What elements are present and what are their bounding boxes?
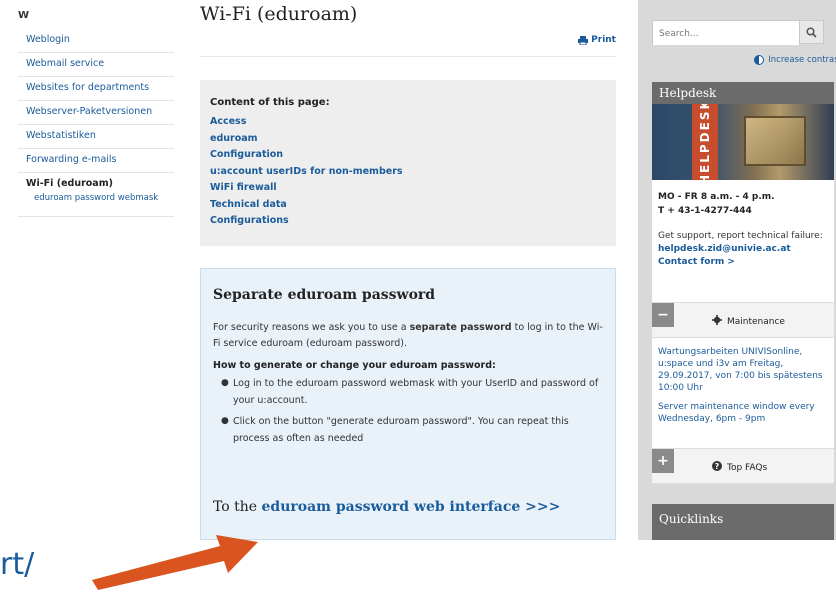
contact-form-link[interactable]: Contact form >	[652, 256, 834, 269]
helpdesk-sign	[744, 116, 806, 166]
paragraph-text-start: For security reasons we ask you to use a	[213, 322, 410, 333]
bullet-icon: ●	[221, 378, 229, 388]
search-icon	[806, 23, 817, 42]
nav-section-letter: W	[18, 10, 30, 21]
cta-prefix: To the	[213, 499, 262, 515]
toc-link-configuration[interactable]: Configuration	[210, 147, 606, 164]
collapse-button[interactable]: −	[652, 303, 674, 327]
svg-text:?: ?	[715, 462, 720, 471]
page-title: Wi-Fi (eduroam)	[200, 3, 358, 25]
annotation-arrow-icon	[92, 535, 258, 590]
faq-label: Top FAQs	[727, 462, 768, 473]
expand-button[interactable]: +	[652, 449, 674, 473]
faq-header: ? Top FAQs	[712, 461, 767, 474]
eduroam-web-interface-link[interactable]: eduroam password web interface >>>	[262, 499, 561, 515]
nav-item-forwarding-emails[interactable]: Forwarding e-mails	[18, 149, 174, 173]
gear-icon	[712, 315, 722, 328]
printer-icon	[578, 35, 589, 45]
maintenance-content: Wartungsarbeiten UNIVISonline, u:space u…	[652, 338, 834, 448]
increase-contrast-link[interactable]: Increase contrast	[652, 55, 836, 65]
maintenance-label: Maintenance	[727, 316, 785, 327]
toc-link-access[interactable]: Access	[210, 114, 606, 131]
print-label: Print	[591, 35, 616, 45]
nav-item-weblogin[interactable]: Weblogin	[18, 29, 174, 53]
toc-heading: Content of this page:	[210, 97, 330, 108]
nav-item-wifi-eduroam-active[interactable]: Wi-Fi (eduroam)	[18, 173, 174, 191]
helpdesk-hours: MO - FR 8 a.m. - 4 p.m. T + 43-1-4277-44…	[652, 180, 834, 218]
toc-link-uaccount-userids[interactable]: u:account userIDs for non-members	[210, 164, 606, 181]
left-navigation: W Weblogin Webmail service Websites for …	[18, 10, 174, 217]
opening-hours: MO - FR 8 a.m. - 4 p.m.	[658, 192, 775, 202]
toc-link-eduroam[interactable]: eduroam	[210, 131, 606, 148]
nav-item-webstatistiken[interactable]: Webstatistiken	[18, 125, 174, 149]
list-item: ● Click on the button "generate eduroam p…	[221, 413, 603, 447]
infobox-paragraph: For security reasons we ask you to use a…	[213, 320, 603, 352]
nav-item-webserver-paketversionen[interactable]: Webserver-Paketversionen	[18, 101, 174, 125]
search-box	[652, 20, 824, 45]
nav-item-websites-for-departments[interactable]: Websites for departments	[18, 77, 174, 101]
contrast-label: Increase contrast	[768, 55, 836, 65]
toc-link-wifi-firewall[interactable]: WiFi firewall	[210, 180, 606, 197]
bullet-icon: ●	[221, 416, 229, 426]
helpdesk-title: Helpdesk	[652, 82, 834, 104]
search-input[interactable]	[653, 23, 799, 45]
table-of-contents: Content of this page: Access eduroam Con…	[200, 80, 616, 246]
toc-link-technical-data[interactable]: Technical data	[210, 197, 606, 214]
maintenance-notice[interactable]: Wartungsarbeiten UNIVISonline, u:space u…	[658, 346, 828, 394]
search-button[interactable]	[799, 21, 823, 43]
instruction-list: ● Log in to the eduroam password webmask …	[213, 375, 603, 447]
helpdesk-email-link[interactable]: helpdesk.zid@univie.ac.at	[652, 243, 834, 256]
quicklinks-title: Quicklinks	[652, 504, 834, 540]
helpdesk-banner: HELPDESK	[692, 104, 718, 180]
maintenance-accordion[interactable]: − Maintenance	[652, 302, 834, 338]
list-item-text: Click on the button "generate eduroam pa…	[233, 416, 569, 444]
web-interface-cta: To the eduroam password web interface >>…	[213, 499, 560, 515]
list-item-text: Log in to the eduroam password webmask w…	[233, 378, 599, 406]
contrast-icon	[754, 55, 765, 65]
toc-link-configurations[interactable]: Configurations	[210, 213, 606, 230]
right-sidebar: Increase contrast Helpdesk HELPDESK MO -…	[638, 0, 836, 540]
list-item: ● Log in to the eduroam password webmask …	[221, 375, 603, 409]
nav-subitem-eduroam-password-webmask[interactable]: eduroam password webmask	[18, 191, 174, 217]
nav-item-webmail-service[interactable]: Webmail service	[18, 53, 174, 77]
paragraph-text-bold: separate password	[409, 322, 512, 333]
print-button[interactable]: Print	[578, 35, 616, 45]
question-icon: ?	[712, 461, 722, 474]
maintenance-window-notice[interactable]: Server maintenance window every Wednesda…	[658, 401, 828, 425]
title-divider	[200, 56, 616, 57]
partial-url-text: rt/	[0, 547, 35, 582]
maintenance-header: Maintenance	[712, 315, 785, 328]
eduroam-password-infobox: Separate eduroam password For security r…	[200, 268, 616, 540]
infobox-subheading: How to generate or change your eduroam p…	[213, 360, 496, 371]
helpdesk-phone: T + 43-1-4277-444	[658, 206, 752, 216]
infobox-heading: Separate eduroam password	[213, 287, 436, 303]
helpdesk-photo: HELPDESK	[652, 104, 834, 180]
faq-accordion[interactable]: + ? Top FAQs	[652, 448, 834, 484]
support-text: Get support, report technical failure:	[658, 231, 823, 241]
